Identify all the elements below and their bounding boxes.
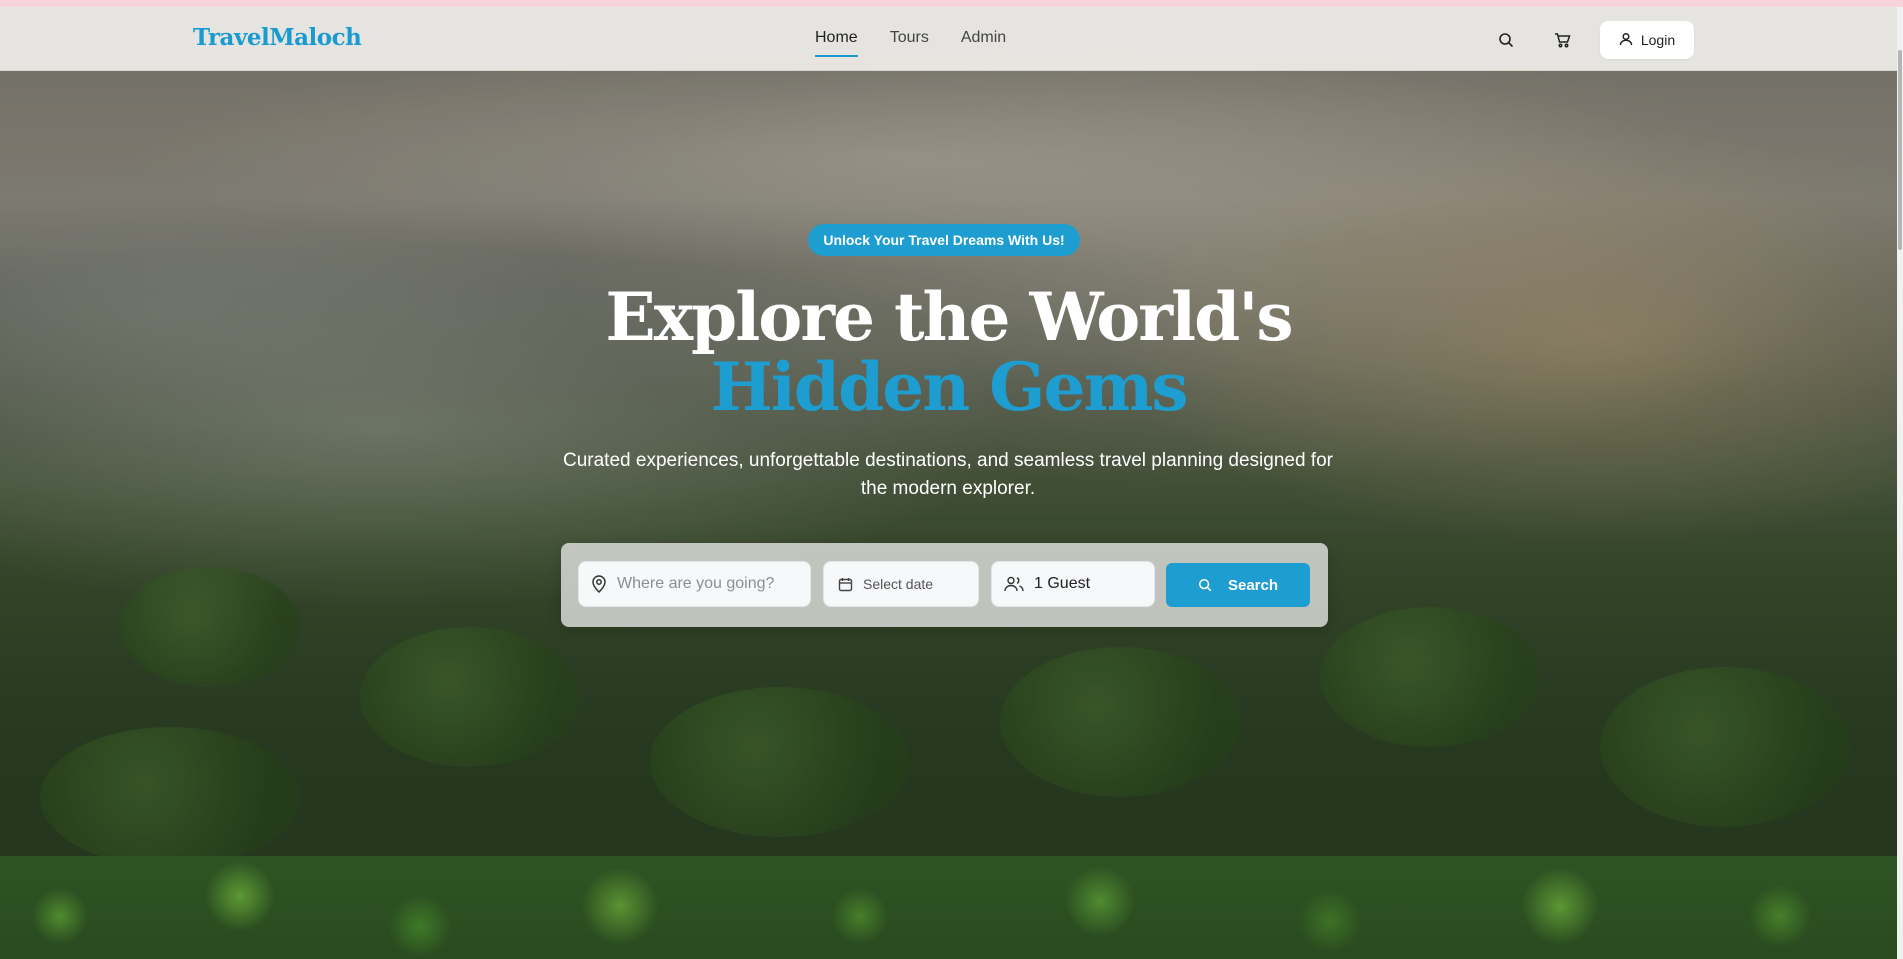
user-icon [1619, 32, 1633, 49]
search-icon [1198, 578, 1212, 592]
forest-section-preview [0, 856, 1897, 959]
hero-title-line2: Hidden Gems [710, 348, 1188, 426]
site-logo[interactable]: TravelMaloch [193, 24, 362, 51]
search-button[interactable]: Search [1166, 563, 1310, 607]
hero-badge: Unlock Your Travel Dreams With Us! [808, 224, 1080, 256]
guests-value: 1 Guest [1034, 575, 1091, 592]
search-icon[interactable] [1495, 29, 1517, 51]
top-strip [0, 0, 1903, 7]
guests-select[interactable]: 1 Guest [991, 561, 1155, 607]
destination-placeholder: Where are you going? [617, 575, 775, 592]
date-picker[interactable]: Select date [823, 561, 979, 607]
login-button[interactable]: Login [1600, 21, 1694, 59]
date-label: Select date [863, 576, 934, 592]
destination-input[interactable]: Where are you going? [578, 561, 811, 607]
hero-overlay [0, 7, 1897, 863]
login-label: Login [1640, 32, 1676, 48]
search-button-label: Search [1227, 576, 1279, 594]
hero-title-line1: Explore the World's [605, 278, 1293, 356]
cart-icon[interactable] [1551, 29, 1573, 51]
site-header: TravelMaloch Home Tours Admin Login [0, 7, 1897, 71]
users-icon [1004, 576, 1024, 592]
nav-item-tours[interactable]: Tours [890, 29, 929, 53]
hero-subtitle: Curated experiences, unforgettable desti… [563, 450, 1333, 499]
map-pin-icon [591, 575, 607, 593]
search-panel: Where are you going? Select date 1 Guest… [561, 543, 1328, 627]
page-scrollbar-thumb[interactable] [1898, 50, 1902, 250]
nav-item-admin[interactable]: Admin [961, 29, 1006, 53]
calendar-icon [838, 577, 853, 592]
main-nav: Home Tours Admin [815, 29, 1006, 57]
nav-item-home[interactable]: Home [815, 29, 858, 57]
